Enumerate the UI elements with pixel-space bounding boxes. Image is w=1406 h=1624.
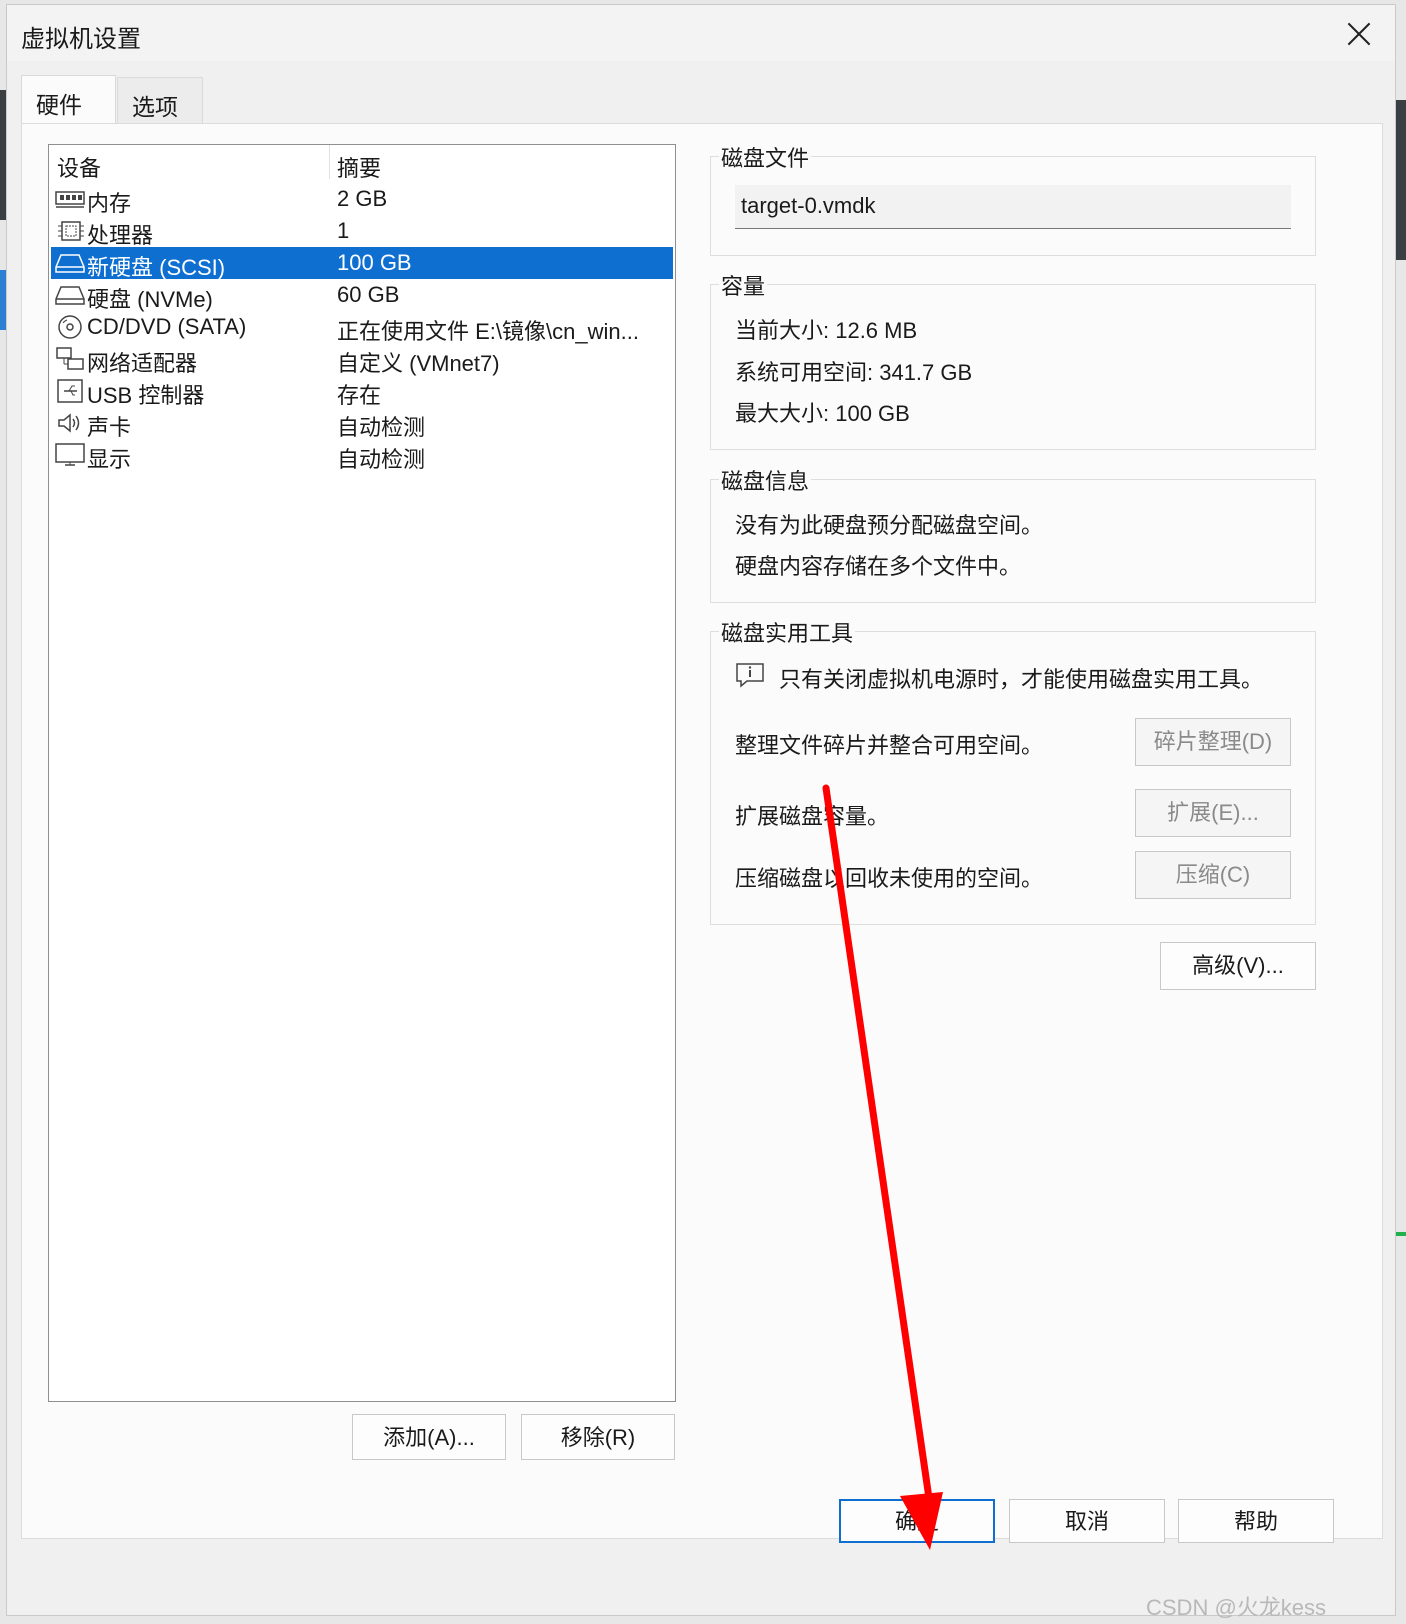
hardware-panel: 设备 摘要 内存 2 GB 处理器 1 新硬盘 (SCSI) 100 GB 硬盘… [21, 123, 1383, 1539]
cancel-button[interactable]: 取消 [1009, 1499, 1165, 1543]
sound-card-icon [58, 413, 80, 433]
device-row-display[interactable]: 显示 自动检测 [51, 439, 673, 472]
device-summary: 60 GB [337, 282, 400, 307]
remove-device-button[interactable]: 移除(R) [521, 1414, 675, 1460]
disk-info-group: 磁盘信息 没有为此硬盘预分配磁盘空间。 硬盘内容存储在多个文件中。 [710, 464, 1316, 603]
expand-button[interactable]: 扩展(E)... [1135, 789, 1291, 837]
device-name: 网络适配器 [87, 351, 198, 376]
column-header-device[interactable]: 设备 [57, 151, 101, 183]
tab-options[interactable]: 选项 [117, 77, 203, 123]
device-row-hard-disk-nvme[interactable]: 硬盘 (NVMe) 60 GB [51, 279, 673, 312]
device-summary: 自定义 (VMnet7) [337, 351, 500, 376]
window-title: 虚拟机设置 [21, 26, 141, 53]
device-name: 处理器 [87, 223, 154, 248]
device-name: 声卡 [87, 415, 132, 440]
column-divider [329, 145, 330, 179]
expand-description: 扩展磁盘容量。 [735, 804, 890, 829]
help-button[interactable]: 帮助 [1178, 1499, 1334, 1543]
disk-info-line: 硬盘内容存储在多个文件中。 [735, 554, 1022, 579]
hard-disk-icon [55, 286, 85, 305]
max-size-text: 最大大小: 100 GB [735, 401, 910, 426]
device-row-new-hard-disk-scsi[interactable]: 新硬盘 (SCSI) 100 GB [51, 247, 673, 280]
device-row-processor[interactable]: 处理器 1 [51, 215, 673, 248]
compact-button[interactable]: 压缩(C) [1135, 851, 1291, 899]
cd-dvd-icon [58, 315, 82, 339]
device-summary: 存在 [337, 383, 382, 408]
disk-file-field[interactable]: target-0.vmdk [735, 185, 1291, 229]
device-summary: 1 [337, 218, 350, 243]
watermark: CSDN @火龙kess [1146, 1595, 1327, 1620]
device-summary: 正在使用文件 E:\镜像\cn_win... [337, 319, 639, 344]
device-summary: 自动检测 [337, 447, 426, 472]
vm-settings-dialog: 虚拟机设置 硬件 选项 设备 摘要 内存 2 GB 处理器 1 新硬盘 (SCS… [6, 4, 1396, 1616]
device-row-memory[interactable]: 内存 2 GB [51, 183, 673, 216]
ok-button[interactable]: 确定 [839, 1499, 995, 1543]
device-row-network-adapter[interactable]: 网络适配器 自定义 (VMnet7) [51, 343, 673, 376]
device-name: 新硬盘 (SCSI) [87, 255, 226, 280]
disk-file-group: 磁盘文件 target-0.vmdk [710, 141, 1316, 256]
add-device-button[interactable]: 添加(A)... [352, 1414, 506, 1460]
defrag-description: 整理文件碎片并整合可用空间。 [735, 733, 1044, 758]
column-header-summary[interactable]: 摘要 [337, 151, 381, 183]
device-summary: 自动检测 [337, 415, 426, 440]
disk-utilities-group: 磁盘实用工具 只有关闭虚拟机电源时，才能使用磁盘实用工具。 整理文件碎片并整合可… [710, 616, 1316, 925]
device-name: CD/DVD (SATA) [87, 314, 247, 339]
processor-icon [58, 221, 84, 241]
device-name: USB 控制器 [87, 383, 205, 408]
device-summary: 2 GB [337, 186, 388, 211]
tab-hardware[interactable]: 硬件 [21, 75, 116, 125]
usb-icon [57, 379, 83, 403]
disk-file-title: 磁盘文件 [719, 141, 812, 173]
current-size-text: 当前大小: 12.6 MB [735, 318, 918, 343]
disk-info-title: 磁盘信息 [719, 464, 812, 496]
compact-description: 压缩磁盘以回收未使用的空间。 [735, 866, 1044, 891]
device-row-cd-dvd[interactable]: CD/DVD (SATA) 正在使用文件 E:\镜像\cn_win... [51, 311, 673, 344]
hard-disk-icon [55, 254, 85, 273]
network-adapter-icon [56, 347, 84, 370]
disk-utilities-title: 磁盘实用工具 [719, 616, 856, 648]
title-bar: 虚拟机设置 [7, 5, 1395, 61]
display-icon [55, 443, 85, 466]
memory-icon [55, 191, 85, 208]
device-name: 内存 [87, 191, 132, 216]
info-message-icon [736, 663, 764, 688]
device-row-usb-controller[interactable]: USB 控制器 存在 [51, 375, 673, 408]
device-name: 硬盘 (NVMe) [87, 287, 213, 312]
device-summary: 100 GB [337, 250, 412, 275]
capacity-group: 容量 当前大小: 12.6 MB 系统可用空间: 341.7 GB 最大大小: … [710, 269, 1316, 450]
capacity-title: 容量 [719, 269, 768, 301]
close-icon[interactable] [1339, 15, 1379, 55]
utilities-notice: 只有关闭虚拟机电源时，才能使用磁盘实用工具。 [779, 667, 1264, 692]
advanced-button[interactable]: 高级(V)... [1160, 942, 1316, 990]
disk-info-line: 没有为此硬盘预分配磁盘空间。 [735, 513, 1044, 538]
device-list[interactable]: 设备 摘要 内存 2 GB 处理器 1 新硬盘 (SCSI) 100 GB 硬盘… [48, 144, 676, 1402]
defragment-button[interactable]: 碎片整理(D) [1135, 718, 1291, 766]
available-space-text: 系统可用空间: 341.7 GB [735, 360, 973, 385]
device-name: 显示 [87, 447, 132, 472]
device-row-sound-card[interactable]: 声卡 自动检测 [51, 407, 673, 440]
